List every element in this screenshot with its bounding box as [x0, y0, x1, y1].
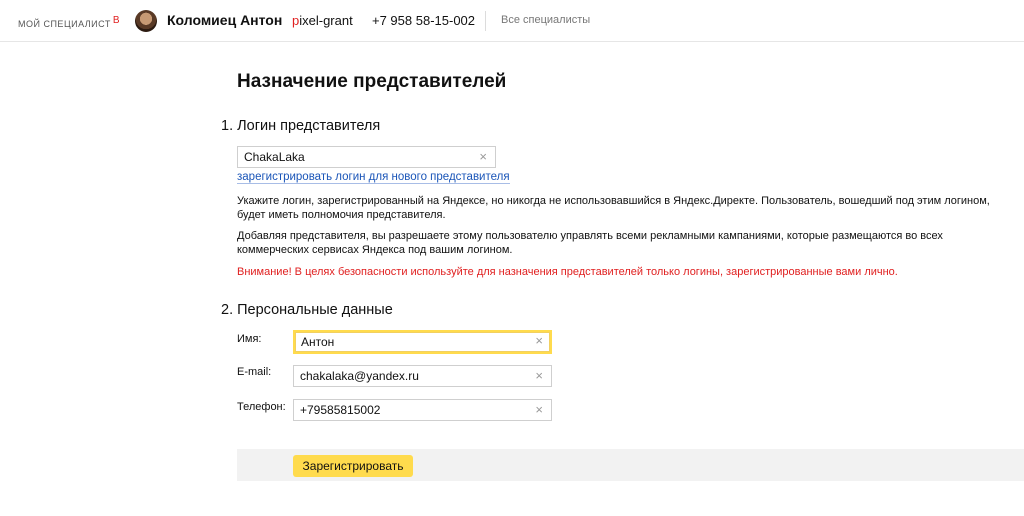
section-personal-title: 2. Персональные данные	[221, 302, 393, 318]
register-button[interactable]: Зарегистрировать	[293, 455, 413, 477]
security-warning: Внимание! В целях безопасности используй…	[237, 266, 898, 278]
section-login-title: 1. Логин представителя	[221, 118, 381, 134]
clear-icon[interactable]: ×	[535, 334, 543, 348]
brand-text: мой специалист	[18, 19, 111, 29]
name-label: Имя:	[237, 333, 262, 345]
beta-badge: β	[112, 15, 120, 26]
top-header: мой специалист β Коломиец Антон pixel-gra…	[0, 0, 1024, 42]
login-rest: ixel-grant	[299, 13, 353, 28]
header-divider	[485, 11, 486, 31]
permission-text: Добавляя представителя, вы разрешаете эт…	[237, 230, 943, 256]
login-input[interactable]	[238, 147, 495, 167]
phone-field: ×	[293, 399, 552, 421]
clear-icon[interactable]: ×	[535, 369, 543, 383]
brand-logo[interactable]: мой специалист β	[18, 15, 120, 29]
email-input[interactable]	[294, 366, 551, 386]
clear-icon[interactable]: ×	[535, 403, 543, 417]
user-name[interactable]: Коломиец Антон	[167, 12, 282, 28]
login-field: ×	[237, 146, 496, 168]
user-phone: +7 958 58-15-002	[372, 13, 476, 28]
avatar[interactable]	[135, 10, 157, 32]
all-specialists-link[interactable]: Все специалисты	[501, 14, 590, 26]
email-label: E-mail:	[237, 366, 272, 378]
clear-icon[interactable]: ×	[479, 150, 487, 164]
register-login-link[interactable]: зарегистрировать логин для нового предст…	[237, 171, 510, 184]
email-field: ×	[293, 365, 552, 387]
login-hint-text: Укажите логин, зарегистрированный на Янд…	[237, 195, 990, 221]
user-login[interactable]: pixel-grant	[292, 13, 353, 28]
name-input[interactable]	[295, 332, 550, 352]
phone-input[interactable]	[294, 400, 551, 420]
name-field: ×	[293, 330, 552, 354]
phone-label: Телефон:	[237, 401, 286, 413]
page-title: Назначение представителей	[237, 71, 507, 92]
